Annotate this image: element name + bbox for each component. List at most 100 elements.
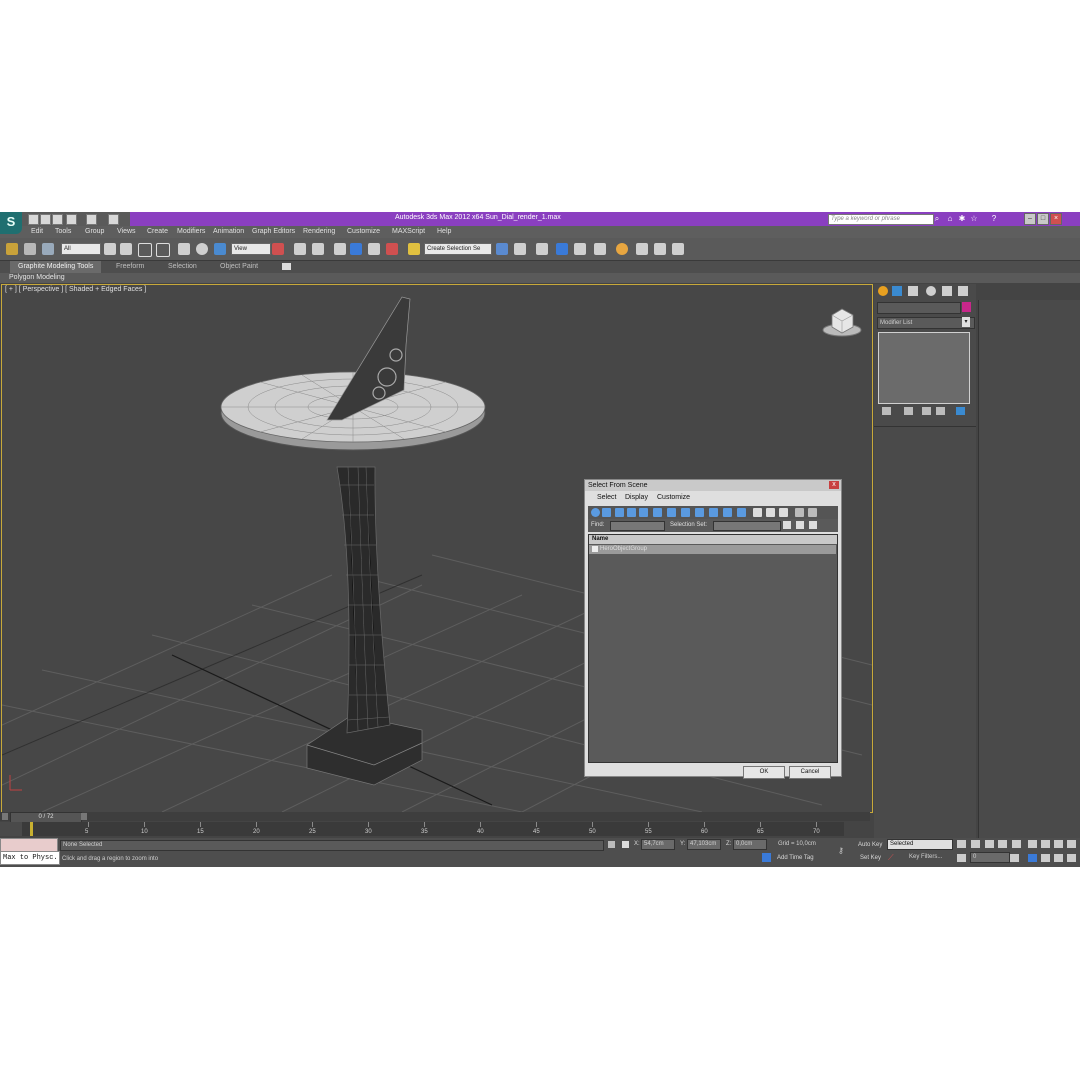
previous-frame-icon[interactable] [971, 840, 980, 848]
motion-tab-icon[interactable] [926, 286, 936, 296]
modifier-stack[interactable] [878, 332, 970, 404]
display-helpers-icon[interactable] [639, 508, 648, 517]
open-file-icon[interactable] [40, 214, 51, 225]
create-tab-icon[interactable] [878, 286, 888, 296]
polygon-modeling-label[interactable]: Polygon Modeling [9, 273, 65, 283]
viewcube[interactable] [822, 308, 862, 337]
menu-create[interactable]: Create [147, 228, 168, 235]
new-file-icon[interactable] [28, 214, 39, 225]
time-slider-prev-icon[interactable] [2, 813, 8, 820]
key-filters-button[interactable]: Key Filters... [906, 852, 952, 863]
current-frame-field[interactable]: 0 [970, 852, 1010, 863]
tab-freeform[interactable]: Freeform [108, 261, 152, 273]
subscription-icon[interactable]: ⌂ [946, 214, 954, 223]
layer-manager-icon[interactable] [536, 243, 548, 255]
rectangular-selection-icon[interactable] [138, 243, 152, 257]
curve-editor-icon[interactable] [574, 243, 586, 255]
tab-selection[interactable]: Selection [160, 261, 205, 273]
move-icon[interactable] [178, 243, 190, 255]
display-lights-icon[interactable] [615, 508, 624, 517]
absolute-mode-icon[interactable] [622, 841, 629, 848]
menu-group[interactable]: Group [85, 228, 104, 235]
render-setup-icon[interactable] [636, 243, 648, 255]
render-production-icon[interactable] [672, 243, 684, 255]
select-by-name-icon[interactable] [120, 243, 132, 255]
unlink-icon[interactable] [24, 243, 36, 255]
object-name-field[interactable] [877, 302, 961, 314]
graphite-toggle-icon[interactable] [556, 243, 568, 255]
time-configuration-icon[interactable] [1010, 854, 1019, 862]
next-frame-icon[interactable] [998, 840, 1007, 848]
show-end-result-icon[interactable] [904, 407, 913, 415]
named-selection-dropdown[interactable]: Create Selection Se [424, 243, 492, 255]
binoculars-icon[interactable]: ⌕ [933, 214, 941, 223]
menu-rendering[interactable]: Rendering [303, 228, 335, 235]
hierarchy-tab-icon[interactable] [908, 286, 918, 296]
snaps-toggle-icon[interactable] [334, 243, 346, 255]
maximize-viewport-icon[interactable] [1067, 854, 1076, 862]
time-slider-next-icon[interactable] [81, 813, 87, 820]
filter-icon[interactable] [795, 508, 804, 517]
help-icon[interactable]: ? [990, 214, 998, 223]
zoom-all-icon[interactable] [1041, 840, 1050, 848]
maxscript-output[interactable]: Max to Physc. [0, 851, 60, 865]
edit-named-selection-icon[interactable] [408, 243, 420, 255]
ribbon-options-icon[interactable] [282, 263, 291, 270]
find-input[interactable] [610, 521, 665, 531]
select-children-icon[interactable] [783, 521, 791, 529]
display-cameras-icon[interactable] [627, 508, 636, 517]
dialog-menu-display[interactable]: Display [625, 494, 648, 501]
key-mode-dropdown[interactable]: Selected [887, 839, 953, 850]
dialog-menu-customize[interactable]: Customize [657, 494, 690, 501]
reference-coordinate-dropdown[interactable]: View [231, 243, 271, 255]
favorites-icon[interactable]: ☆ [970, 214, 978, 223]
select-dependents-icon[interactable] [796, 521, 804, 529]
display-bones-icon[interactable] [695, 508, 704, 517]
percent-snap-icon[interactable] [368, 243, 380, 255]
menu-help[interactable]: Help [437, 228, 451, 235]
display-geometry-icon[interactable] [591, 508, 600, 517]
menu-modifiers[interactable]: Modifiers [177, 228, 205, 235]
scene-object-list[interactable]: Name HeroObjectGroup [588, 534, 838, 763]
time-slider[interactable]: 0 / 72 [0, 812, 870, 823]
display-groups-icon[interactable] [667, 508, 676, 517]
set-key-button[interactable]: Set Key [860, 855, 881, 861]
angle-snap-icon[interactable] [350, 243, 362, 255]
auto-key-button[interactable]: Auto Key [858, 842, 882, 848]
utilities-tab-icon[interactable] [958, 286, 968, 296]
menu-tools[interactable]: Tools [55, 228, 71, 235]
selection-set-dropdown[interactable] [713, 521, 781, 531]
maximize-button[interactable]: □ [1037, 213, 1049, 225]
add-time-tag-label[interactable]: Add Time Tag [777, 855, 814, 861]
configure-modifier-sets-icon[interactable] [956, 407, 965, 415]
zoom-icon[interactable] [1028, 840, 1037, 848]
menu-views[interactable]: Views [117, 228, 136, 235]
zoom-extents-all-icon[interactable] [1067, 840, 1076, 848]
project-folder-icon[interactable] [108, 214, 119, 225]
zoom-region-icon[interactable] [1028, 854, 1037, 862]
selection-filter-dropdown[interactable]: All [61, 243, 101, 255]
display-all-icon[interactable] [753, 508, 762, 517]
select-manipulate-icon[interactable] [294, 243, 306, 255]
filter-options-icon[interactable] [808, 508, 817, 517]
undo-icon[interactable] [66, 214, 77, 225]
display-tab-icon[interactable] [942, 286, 952, 296]
go-to-start-icon[interactable] [957, 840, 966, 848]
display-frozen-icon[interactable] [723, 508, 732, 517]
menu-customize[interactable]: Customize [347, 228, 380, 235]
pin-stack-icon[interactable] [882, 407, 891, 415]
window-crossing-icon[interactable] [156, 243, 170, 257]
orbit-icon[interactable] [1054, 854, 1063, 862]
column-header-name[interactable]: Name [589, 535, 837, 544]
object-color-swatch[interactable] [962, 302, 971, 312]
x-coordinate-field[interactable]: 54,7cm [641, 839, 675, 850]
display-xrefs-icon[interactable] [681, 508, 690, 517]
menu-animation[interactable]: Animation [213, 228, 244, 235]
ok-button[interactable]: OK [743, 766, 785, 779]
modify-tab-icon[interactable] [892, 286, 902, 296]
zoom-extents-icon[interactable] [1054, 840, 1063, 848]
set-key-icon[interactable]: ⟋ [888, 853, 900, 862]
track-bar[interactable]: 5 10 15 20 25 30 35 40 45 50 55 60 65 70 [22, 822, 844, 836]
key-mode-toggle-icon[interactable] [957, 854, 966, 862]
maxscript-mini-listener[interactable] [0, 838, 58, 852]
